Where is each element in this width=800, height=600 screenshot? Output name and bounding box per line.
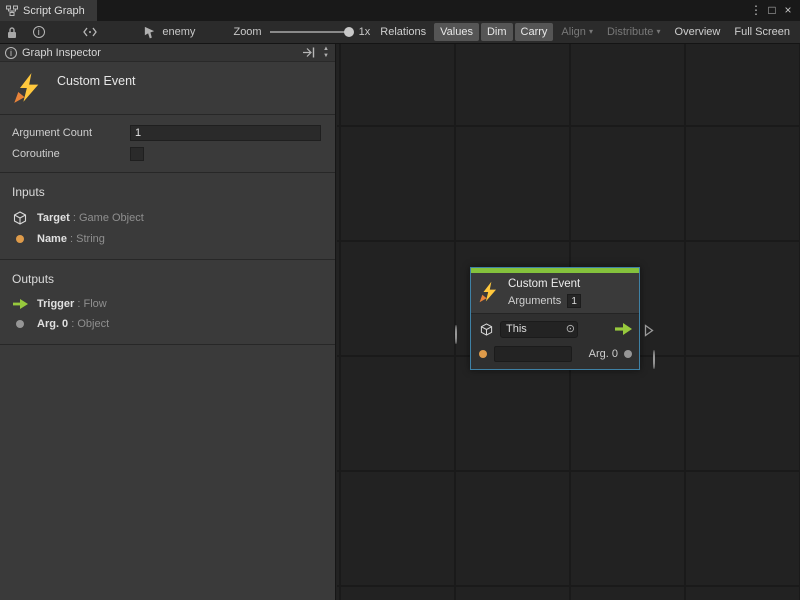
divider	[0, 344, 335, 345]
custom-event-icon	[478, 281, 500, 303]
argument-count-input[interactable]	[130, 125, 321, 141]
output-item-trigger: Trigger : Flow	[0, 294, 335, 314]
titlebar: Script Graph ⋮ □ ×	[0, 0, 800, 21]
outputs-section: Outputs Trigger : Flow Arg. 0 : Object	[0, 260, 335, 344]
coroutine-checkbox[interactable]	[130, 147, 144, 161]
info-glyph: i	[33, 26, 45, 38]
arguments-label: Arguments	[508, 295, 561, 307]
string-port-icon	[12, 235, 28, 243]
argument-count-row: Argument Count	[0, 122, 335, 143]
info-icon[interactable]: i	[29, 23, 48, 41]
maximize-icon[interactable]: □	[764, 0, 780, 21]
inputs-section: Inputs Target : Game Object Name : Strin…	[0, 173, 335, 259]
zoom-knob[interactable]	[344, 27, 354, 37]
unit-title: Custom Event	[57, 74, 136, 88]
full-screen-button[interactable]: Full Screen	[728, 23, 796, 41]
flow-arrow-icon	[12, 299, 28, 309]
inspector-header-actions: ▲ ▼	[302, 46, 333, 60]
trigger-flow-arrow-icon	[615, 323, 632, 335]
window-controls: ⋮ □ ×	[748, 0, 800, 21]
zoom-slider[interactable]	[270, 31, 351, 33]
scroll-down-icon[interactable]: ▼	[319, 53, 333, 60]
node-header-text: Custom Event Arguments 1	[508, 278, 581, 308]
object-port-icon	[12, 320, 28, 328]
close-icon[interactable]: ×	[780, 0, 796, 21]
graph-name: enemy	[159, 26, 198, 38]
lock-icon[interactable]	[3, 23, 22, 41]
output-item-arg0: Arg. 0 : Object	[0, 314, 335, 334]
unit-header: Custom Event	[0, 62, 335, 114]
unity-script-graph-window: Script Graph ⋮ □ × i enemy Zoom 1x Relat…	[0, 0, 800, 600]
string-port-icon	[478, 350, 488, 358]
graph-inspector-panel: i Graph Inspector ▲ ▼ Custom Event Argum…	[0, 44, 336, 600]
dim-button[interactable]: Dim	[481, 23, 513, 41]
trigger-output-port[interactable]	[644, 324, 654, 342]
target-input-port[interactable]	[455, 326, 457, 344]
script-graph-icon	[6, 5, 18, 17]
inputs-heading: Inputs	[0, 179, 335, 207]
info-icon: i	[5, 47, 17, 59]
arg0-port-icon	[624, 350, 632, 358]
custom-event-icon	[12, 72, 44, 104]
relations-button[interactable]: Relations	[374, 23, 432, 41]
toolbar-buttons: Relations Values Dim Carry Align ▾ Distr…	[373, 23, 797, 41]
event-name-input[interactable]	[494, 346, 572, 362]
zoom-value: 1x	[356, 26, 374, 38]
input-item-target: Target : Game Object	[0, 207, 335, 229]
port-type: : String	[70, 233, 105, 245]
distribute-button[interactable]: Distribute ▾	[601, 23, 667, 41]
input-item-name: Name : String	[0, 229, 335, 249]
values-button[interactable]: Values	[434, 23, 479, 41]
arg0-label: Arg. 0	[589, 348, 618, 360]
cube-icon	[478, 323, 494, 336]
coroutine-label: Coroutine	[12, 148, 130, 160]
arguments-count-field[interactable]: 1	[567, 294, 581, 308]
object-picker-icon[interactable]: ⊙	[566, 322, 575, 337]
custom-event-node[interactable]: Custom Event Arguments 1 This ⊙	[470, 267, 640, 370]
node-body: This ⊙ Arg. 0	[471, 313, 639, 369]
target-row: This ⊙	[478, 319, 632, 339]
tab-script-graph[interactable]: Script Graph	[0, 0, 97, 21]
name-row: Arg. 0	[478, 344, 632, 364]
node-title: Custom Event	[508, 278, 581, 290]
unit-settings: Argument Count Coroutine	[0, 115, 335, 172]
chevron-down-icon: ▾	[589, 27, 593, 36]
align-label: Align	[561, 26, 585, 38]
menu-kebab-icon[interactable]: ⋮	[748, 0, 764, 21]
overview-button[interactable]: Overview	[669, 23, 727, 41]
code-icon[interactable]	[80, 23, 99, 41]
graph-canvas[interactable]: Custom Event Arguments 1 This ⊙	[337, 44, 800, 600]
port-type: : Game Object	[73, 212, 144, 224]
port-name: Arg. 0	[37, 318, 68, 330]
graph-inspector-title: Graph Inspector	[22, 47, 101, 59]
port-type: : Flow	[77, 298, 106, 310]
graph-toolbar: i enemy Zoom 1x Relations Values Dim Car…	[0, 21, 800, 44]
scroll-stepper[interactable]: ▲ ▼	[319, 46, 333, 60]
argument-count-label: Argument Count	[12, 127, 130, 139]
chevron-down-icon: ▾	[657, 27, 661, 36]
port-name: Trigger	[37, 298, 74, 310]
target-value: This	[506, 323, 527, 335]
distribute-label: Distribute	[607, 26, 653, 38]
target-dropdown[interactable]: This ⊙	[500, 321, 578, 338]
coroutine-row: Coroutine	[0, 143, 335, 164]
arg0-output-port[interactable]	[653, 351, 655, 369]
port-type: : Object	[71, 318, 109, 330]
graph-inspector-header: i Graph Inspector ▲ ▼	[0, 44, 335, 62]
graph-asset-icon	[141, 23, 160, 41]
cube-icon	[12, 211, 28, 225]
align-button[interactable]: Align ▾	[555, 23, 599, 41]
dock-panel-icon[interactable]	[302, 47, 315, 58]
outputs-heading: Outputs	[0, 266, 335, 294]
zoom-label: Zoom	[230, 26, 264, 38]
carry-button[interactable]: Carry	[515, 23, 554, 41]
tab-title: Script Graph	[23, 5, 85, 17]
scroll-up-icon[interactable]: ▲	[319, 46, 333, 53]
node-header[interactable]: Custom Event Arguments 1	[471, 273, 639, 313]
port-name: Target	[37, 212, 70, 224]
port-name: Name	[37, 233, 67, 245]
